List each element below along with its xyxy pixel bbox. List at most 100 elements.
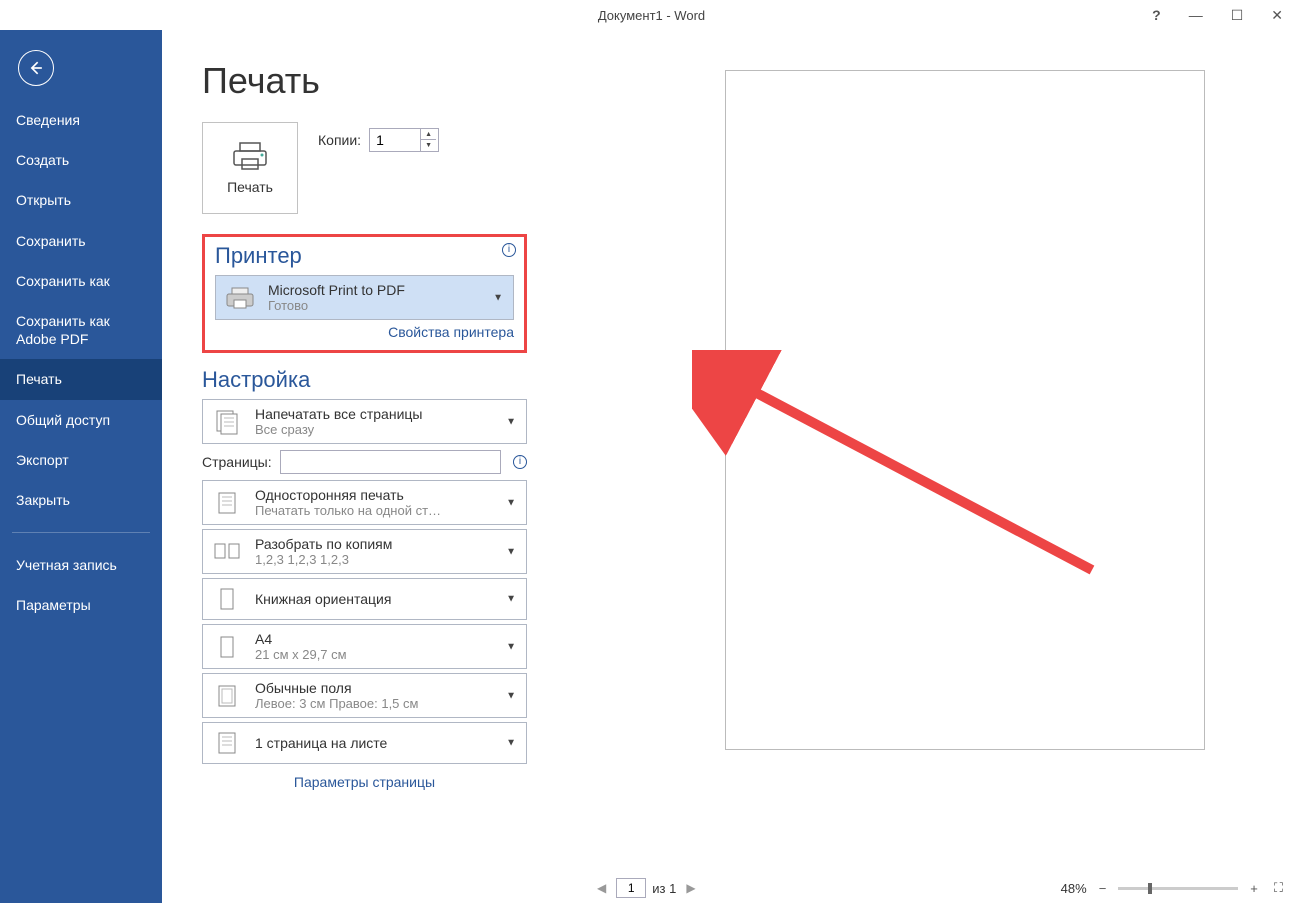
printer-dropdown[interactable]: Microsoft Print to PDF Готово ▼ <box>215 275 514 320</box>
print-range-title: Напечатать все страницы <box>255 406 518 422</box>
maximize-icon[interactable]: ☐ <box>1231 7 1244 24</box>
window-controls: ? — ☐ ✕ <box>1152 0 1303 30</box>
printer-info-icon[interactable]: i <box>502 243 516 257</box>
printer-section-title: Принтер <box>215 243 514 269</box>
chevron-down-icon: ▼ <box>506 690 516 701</box>
nav-account[interactable]: Учетная запись <box>0 545 162 585</box>
zoom-out-icon[interactable]: − <box>1095 881 1111 896</box>
zoom-in-icon[interactable]: + <box>1246 881 1262 896</box>
chevron-down-icon: ▼ <box>506 641 516 652</box>
nav-separator <box>12 532 150 533</box>
pages-info-icon[interactable]: i <box>513 455 527 469</box>
printer-status: Готово <box>268 298 505 313</box>
chevron-down-icon: ▼ <box>506 416 516 427</box>
print-button[interactable]: Печать <box>202 122 298 214</box>
margins-icon <box>211 682 243 710</box>
paper-icon <box>211 633 243 661</box>
collate-sub: 1,2,3 1,2,3 1,2,3 <box>255 552 518 567</box>
printer-properties-link[interactable]: Свойства принтера <box>215 324 514 340</box>
settings-section: Настройка Напечатать все страницы Все ср… <box>202 367 527 790</box>
printer-name: Microsoft Print to PDF <box>268 282 505 298</box>
page-title: Печать <box>202 60 527 102</box>
page-preview <box>725 70 1205 750</box>
orientation-title: Книжная ориентация <box>255 591 518 607</box>
nav-info[interactable]: Сведения <box>0 100 162 140</box>
collate-icon <box>211 538 243 566</box>
nav-share[interactable]: Общий доступ <box>0 400 162 440</box>
paper-dropdown[interactable]: A4 21 см x 29,7 см ▼ <box>202 624 527 669</box>
printer-device-icon <box>224 284 256 312</box>
copies-field[interactable] <box>370 130 420 150</box>
nav-saveas[interactable]: Сохранить как <box>0 261 162 301</box>
nav-print[interactable]: Печать <box>0 359 162 399</box>
copies-row: Копии: ▲ ▼ <box>318 128 439 152</box>
copies-input[interactable]: ▲ ▼ <box>369 128 439 152</box>
printer-icon <box>230 141 270 171</box>
print-row: Печать Копии: ▲ ▼ <box>202 122 527 214</box>
nav-saveas-pdf[interactable]: Сохранить как Adobe PDF <box>0 301 162 359</box>
page-setup-link[interactable]: Параметры страницы <box>202 774 527 790</box>
copies-spinner[interactable]: ▲ ▼ <box>420 129 436 151</box>
page-number-input[interactable] <box>616 878 646 898</box>
nav-new[interactable]: Создать <box>0 140 162 180</box>
nav-save[interactable]: Сохранить <box>0 221 162 261</box>
pages-input[interactable] <box>280 450 501 474</box>
print-range-dropdown[interactable]: Напечатать все страницы Все сразу ▼ <box>202 399 527 444</box>
zoom-slider[interactable] <box>1118 887 1238 890</box>
spin-up-icon[interactable]: ▲ <box>421 129 436 140</box>
margins-sub: Левое: 3 см Правое: 1,5 см <box>255 696 518 711</box>
portrait-icon <box>211 585 243 613</box>
one-sided-icon <box>211 489 243 517</box>
per-sheet-dropdown[interactable]: 1 страница на листе ▼ <box>202 722 527 764</box>
preview-area: ◀ из 1 ▶ 48% − + ⛶ <box>547 30 1303 903</box>
collate-dropdown[interactable]: Разобрать по копиям 1,2,3 1,2,3 1,2,3 ▼ <box>202 529 527 574</box>
print-panel: Печать Печать Копии: <box>162 30 547 903</box>
sides-dropdown[interactable]: Односторонняя печать Печатать только на … <box>202 480 527 525</box>
pages-row: Страницы: i <box>202 450 527 474</box>
zoom-thumb[interactable] <box>1148 883 1152 894</box>
margins-dropdown[interactable]: Обычные поля Левое: 3 см Правое: 1,5 см … <box>202 673 527 718</box>
paper-title: A4 <box>255 631 518 647</box>
chevron-down-icon: ▼ <box>506 594 516 605</box>
window-title: Документ1 - Word <box>598 8 705 23</box>
help-icon[interactable]: ? <box>1152 7 1161 23</box>
collate-title: Разобрать по копиям <box>255 536 518 552</box>
printer-section-highlight: i Принтер Microsoft Print to PDF Готово … <box>202 234 527 353</box>
print-button-label: Печать <box>227 179 273 195</box>
per-sheet-icon <box>211 729 243 757</box>
nav-close[interactable]: Закрыть <box>0 480 162 520</box>
chevron-down-icon: ▼ <box>506 497 516 508</box>
per-sheet-title: 1 страница на листе <box>255 735 518 751</box>
page-nav: ◀ из 1 ▶ <box>593 878 700 898</box>
sides-sub: Печатать только на одной ст… <box>255 503 518 518</box>
preview-statusbar: ◀ из 1 ▶ 48% − + ⛶ <box>547 873 1303 903</box>
minimize-icon[interactable]: — <box>1189 7 1203 23</box>
pages-label: Страницы: <box>202 454 272 470</box>
zoom-controls: 48% − + ⛶ <box>1061 880 1287 896</box>
settings-title: Настройка <box>202 367 527 393</box>
nav-export[interactable]: Экспорт <box>0 440 162 480</box>
nav-options[interactable]: Параметры <box>0 585 162 625</box>
next-page-icon[interactable]: ▶ <box>682 881 699 895</box>
spin-down-icon[interactable]: ▼ <box>421 140 436 151</box>
chevron-down-icon: ▼ <box>506 546 516 557</box>
prev-page-icon[interactable]: ◀ <box>593 881 610 895</box>
content: Печать Печать Копии: <box>162 30 1303 903</box>
sides-title: Односторонняя печать <box>255 487 518 503</box>
back-button[interactable] <box>18 50 54 86</box>
page-of-label: из 1 <box>652 881 676 896</box>
titlebar: Документ1 - Word ? — ☐ ✕ <box>0 0 1303 30</box>
pages-icon <box>211 408 243 436</box>
close-icon[interactable]: ✕ <box>1271 7 1283 24</box>
margins-title: Обычные поля <box>255 680 518 696</box>
chevron-down-icon: ▼ <box>493 292 503 303</box>
paper-sub: 21 см x 29,7 см <box>255 647 518 662</box>
chevron-down-icon: ▼ <box>506 738 516 749</box>
nav-open[interactable]: Открыть <box>0 180 162 220</box>
zoom-value: 48% <box>1061 881 1087 896</box>
orientation-dropdown[interactable]: Книжная ориентация ▼ <box>202 578 527 620</box>
print-range-sub: Все сразу <box>255 422 518 437</box>
fit-page-icon[interactable]: ⛶ <box>1270 880 1287 896</box>
backstage-sidebar: Сведения Создать Открыть Сохранить Сохра… <box>0 30 162 903</box>
copies-label: Копии: <box>318 132 361 148</box>
